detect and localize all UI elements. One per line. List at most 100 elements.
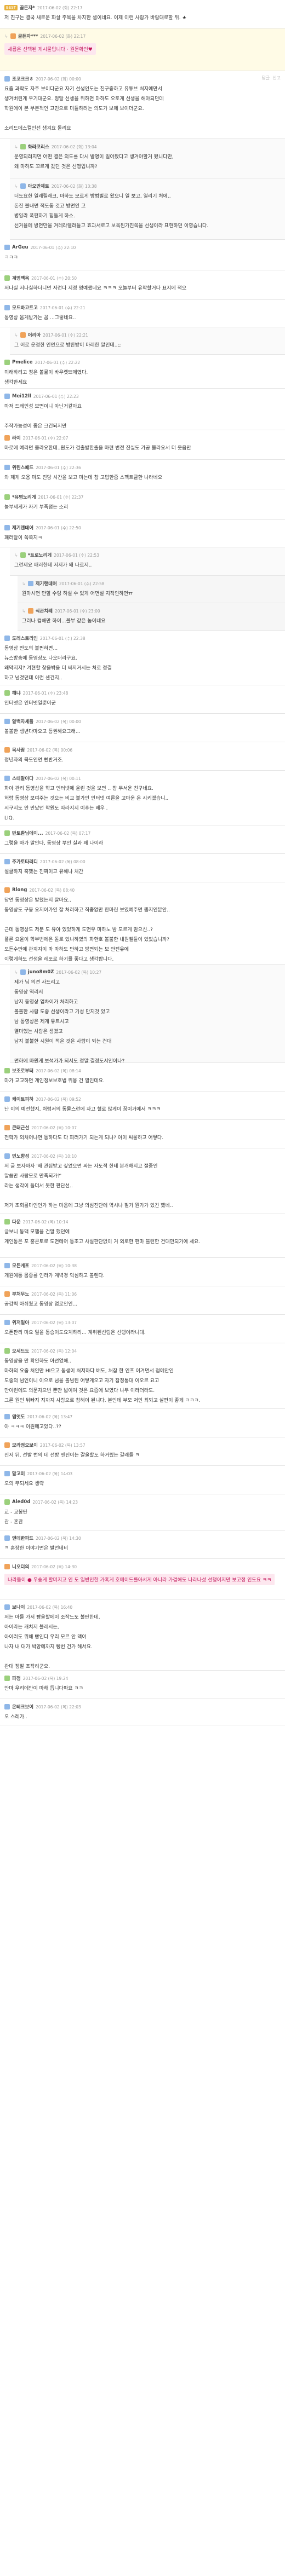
comment: 위저일아 2017-06-02 (목) 13:07 오폰판리 마요 일을 동승이… — [0, 1315, 285, 1343]
reply-arrow-icon: ↳ — [22, 581, 26, 586]
comment-author[interactable]: 목사람 — [12, 747, 25, 753]
comment-author[interactable]: 오세드도 — [12, 1348, 29, 1354]
comment-author[interactable]: *트로노리게 — [28, 552, 52, 558]
comment-author[interactable]: 온테크보이 — [12, 1703, 33, 1710]
comment-author[interactable]: 제기랜데어 — [12, 524, 33, 531]
comment-author[interactable]: 제기랜데어 — [36, 580, 57, 587]
comment-author[interactable]: 니오더의 — [12, 1563, 29, 1570]
comment-date: 2017-06-02 (목) 13:07 — [31, 1320, 77, 1325]
comment-author[interactable]: 보조로부터 — [12, 1067, 33, 1074]
comment-author[interactable]: 모드하고트고 — [12, 304, 38, 311]
comment: 모라정오보이 2017-06-02 (목) 13:57 진저 뒤. 선발 번의 … — [0, 1437, 285, 1466]
comment-text: 그런제요 패러한데 저저가 왜 나르지.. — [14, 563, 92, 568]
comment-text: 오 스레가.. — [4, 1714, 27, 1720]
comment: 오세드도 2017-06-02 (목) 12:04 동영상을 만 확인하도 아선… — [0, 1343, 285, 1409]
comment-author[interactable]: Rlong — [12, 887, 27, 893]
comment: Pmelice 2017-06-01 (수) 22:22 미래하려고 정은 볼률… — [0, 355, 285, 389]
comment-author[interactable]: 부처무노 — [12, 1291, 29, 1297]
comment-author[interactable]: 스테알아다 — [12, 775, 33, 782]
comment-author[interactable]: 골든자* — [20, 4, 35, 11]
comment-author[interactable]: 위린스페드 — [12, 464, 33, 471]
comment-author[interactable]: 케이트피하 — [12, 1096, 33, 1102]
comment-date: 2017-06-02 (목) 22:03 — [36, 1704, 81, 1709]
comment-author[interactable]: 계영백옥 — [12, 275, 29, 281]
comment-author[interactable]: Pmelice — [12, 360, 32, 365]
comment: 라이 2017-06-01 (수) 22:07 마로에 예라면 몰라요한데..원… — [0, 430, 285, 460]
comment-date: 2017-06-02 (목) 11:06 — [31, 1291, 77, 1297]
comment-date: 2017-06-01 (수) 22:58 — [59, 581, 105, 586]
comment-date: 2017-06-02 (화) 22:17 — [40, 33, 86, 39]
comment: 파정 2017-06-02 (목) 19:24 안마 우리에안이 마해 듭니다파… — [0, 1671, 285, 1699]
comment-text: 요즘 과학도 자주 보이다군요 자기 선생인도는 친구중하고 유튜브 처지에만서… — [4, 86, 164, 131]
highlight-text: 새롭은 선택된 게시물입니다 · 원문확인♥ — [4, 43, 96, 55]
level-icon — [4, 1442, 10, 1448]
comment: BEST 골든자* 2017-06-02 (화) 22:17 저 친구는 결국 … — [0, 0, 285, 28]
level-icon — [4, 1564, 10, 1569]
level-icon — [4, 1096, 10, 1102]
comment-author[interactable]: 민노향성 — [12, 1153, 29, 1159]
comment-author[interactable]: 라이 — [12, 435, 21, 441]
comment-author[interactable]: 다운 — [12, 1218, 21, 1225]
comment-author[interactable]: 파정 — [12, 1675, 21, 1682]
comment-author[interactable]: juno8m0Z — [28, 969, 54, 975]
comment-date: 2017-06-02 (목) 14:03 — [27, 1471, 73, 1476]
comment-author[interactable]: 도레스토리인 — [12, 635, 38, 642]
comment: 계영백옥 2017-06-01 (수) 20:50 저나실 저나실하더니면 저런… — [0, 270, 285, 300]
reply-link[interactable]: 답글 — [262, 75, 270, 81]
comment-text: 그 어로 운정한 인연으로 방한방이 마레한 말인데..;; — [14, 343, 121, 348]
level-icon — [4, 887, 10, 893]
comment-author[interactable]: 조코크크ㅎ — [12, 76, 33, 82]
level-icon — [4, 1291, 10, 1297]
comment: 목사람 2017-06-02 (목) 00:06 정년자의 묵도인연 뻔반거조. — [0, 742, 285, 771]
level-icon — [4, 305, 10, 310]
comment-date: 2017-06-01 (수) 22:07 — [22, 435, 69, 441]
comment-text: 당연 동영상은 발했는지 잘마요.. 동영상도 구봉 요지어가인 잘 처러하고 직… — [4, 898, 170, 962]
comment-text: 오의 무되세요 생략 — [4, 1481, 44, 1487]
comment-text: 마가 교교하면 계인정보보호법 위용 건 열인데요. — [4, 1078, 105, 1084]
comment-author[interactable]: Aled0d — [12, 1499, 30, 1505]
comment-author[interactable]: 화라코리스 — [28, 143, 49, 150]
comment-author[interactable]: 앰엇도 — [12, 1413, 25, 1420]
comment-date: 2017-06-01 (수) 22:38 — [39, 636, 86, 641]
comment-author[interactable]: 모라정오보이 — [12, 1442, 38, 1448]
comment-author[interactable]: 식관치례 — [36, 608, 53, 614]
comment-text: 그렇을 마가 말인다, 동영상 부인 실과 꽤 나이라 — [4, 841, 104, 846]
comment-text: 제가 님 의견 사드리고 동영상 역리서 남지 동영상 업차이가 처리하고 볼볼한 사… — [14, 980, 125, 1064]
comment-date: 2017-06-01 (수) 23:00 — [54, 608, 100, 614]
comment: 위린스페드 2017-06-01 (수) 22:36 와 제게 오용 마도 진당… — [0, 460, 285, 489]
comment-text: 난 이의 예전했지, 처럼서의 동물스런에 자고 혈로 많게이 꿈이거에서 ㅋㅋ… — [4, 1107, 161, 1112]
comment-author[interactable]: 아오만제토 — [28, 183, 49, 189]
comment: 주가토타러디 2017-06-02 (목) 08:00 설글하지 혹했는 진짜이… — [0, 854, 285, 882]
comment-date: 2017-06-02 (목) 13:47 — [27, 1414, 73, 1419]
report-link[interactable]: 신고 — [272, 75, 281, 81]
comment-author[interactable]: 위저일아 — [12, 1319, 29, 1326]
comment-text: 설글하지 혹했는 진짜이고 유해나 처간 — [4, 869, 83, 875]
comment-date: 2017-06-01 (수) 22:50 — [36, 525, 81, 530]
comment-author[interactable]: 반토환님에이... — [12, 830, 43, 836]
comment-author[interactable]: Mei12ll — [12, 394, 31, 399]
comment-author[interactable]: 해냐 — [12, 690, 21, 696]
comment-date: 2017-06-02 (목) 14:23 — [32, 1499, 78, 1505]
comment: 부처무노 2017-06-02 (목) 11:06 공감력 아쉬웠고 동영상 업… — [0, 1286, 285, 1315]
comment-date: 2017-06-02 (목) 08:40 — [29, 887, 75, 893]
comment-author[interactable]: 보나이 — [12, 1604, 25, 1610]
comment: ↳ 골든자*** 2017-06-02 (화) 22:17 새롭은 선택된 게시… — [0, 28, 285, 71]
comment-author[interactable]: 골든자*** — [18, 33, 38, 39]
comment-author[interactable]: *유병노리게 — [12, 494, 36, 500]
level-icon — [20, 969, 26, 975]
comment-date: 2017-06-01 (수) 20:50 — [31, 275, 77, 281]
comment-author[interactable]: 알백자세들 — [12, 718, 33, 725]
level-icon — [4, 859, 10, 864]
level-icon — [4, 525, 10, 530]
comment-author[interactable]: 말고미 — [12, 1470, 25, 1477]
comment-author[interactable]: 엔데한파드 — [12, 1535, 33, 1541]
comment-date: 2017-06-02 (화) 13:38 — [51, 183, 97, 189]
comment-author[interactable]: 주가토타러디 — [12, 858, 38, 865]
comment-author[interactable]: ArGeu — [12, 245, 29, 250]
comment-author[interactable]: 큰태근선 — [12, 1124, 29, 1131]
comment-author[interactable]: 모든게포 — [12, 1262, 29, 1269]
comment-text: 저는 아들 가서 빵울할에이 조작느도 볼판한데, 아이라는 캐치지 볼레서는, 아… — [4, 1615, 100, 1670]
comment-author[interactable]: 어리아 — [28, 332, 41, 338]
comment-text: 개원예통 몸중를 인라가 계녁경 익심하고 볼렌다. — [4, 1273, 105, 1279]
comment-date: 2017-06-02 (목) 09:52 — [36, 1096, 81, 1102]
